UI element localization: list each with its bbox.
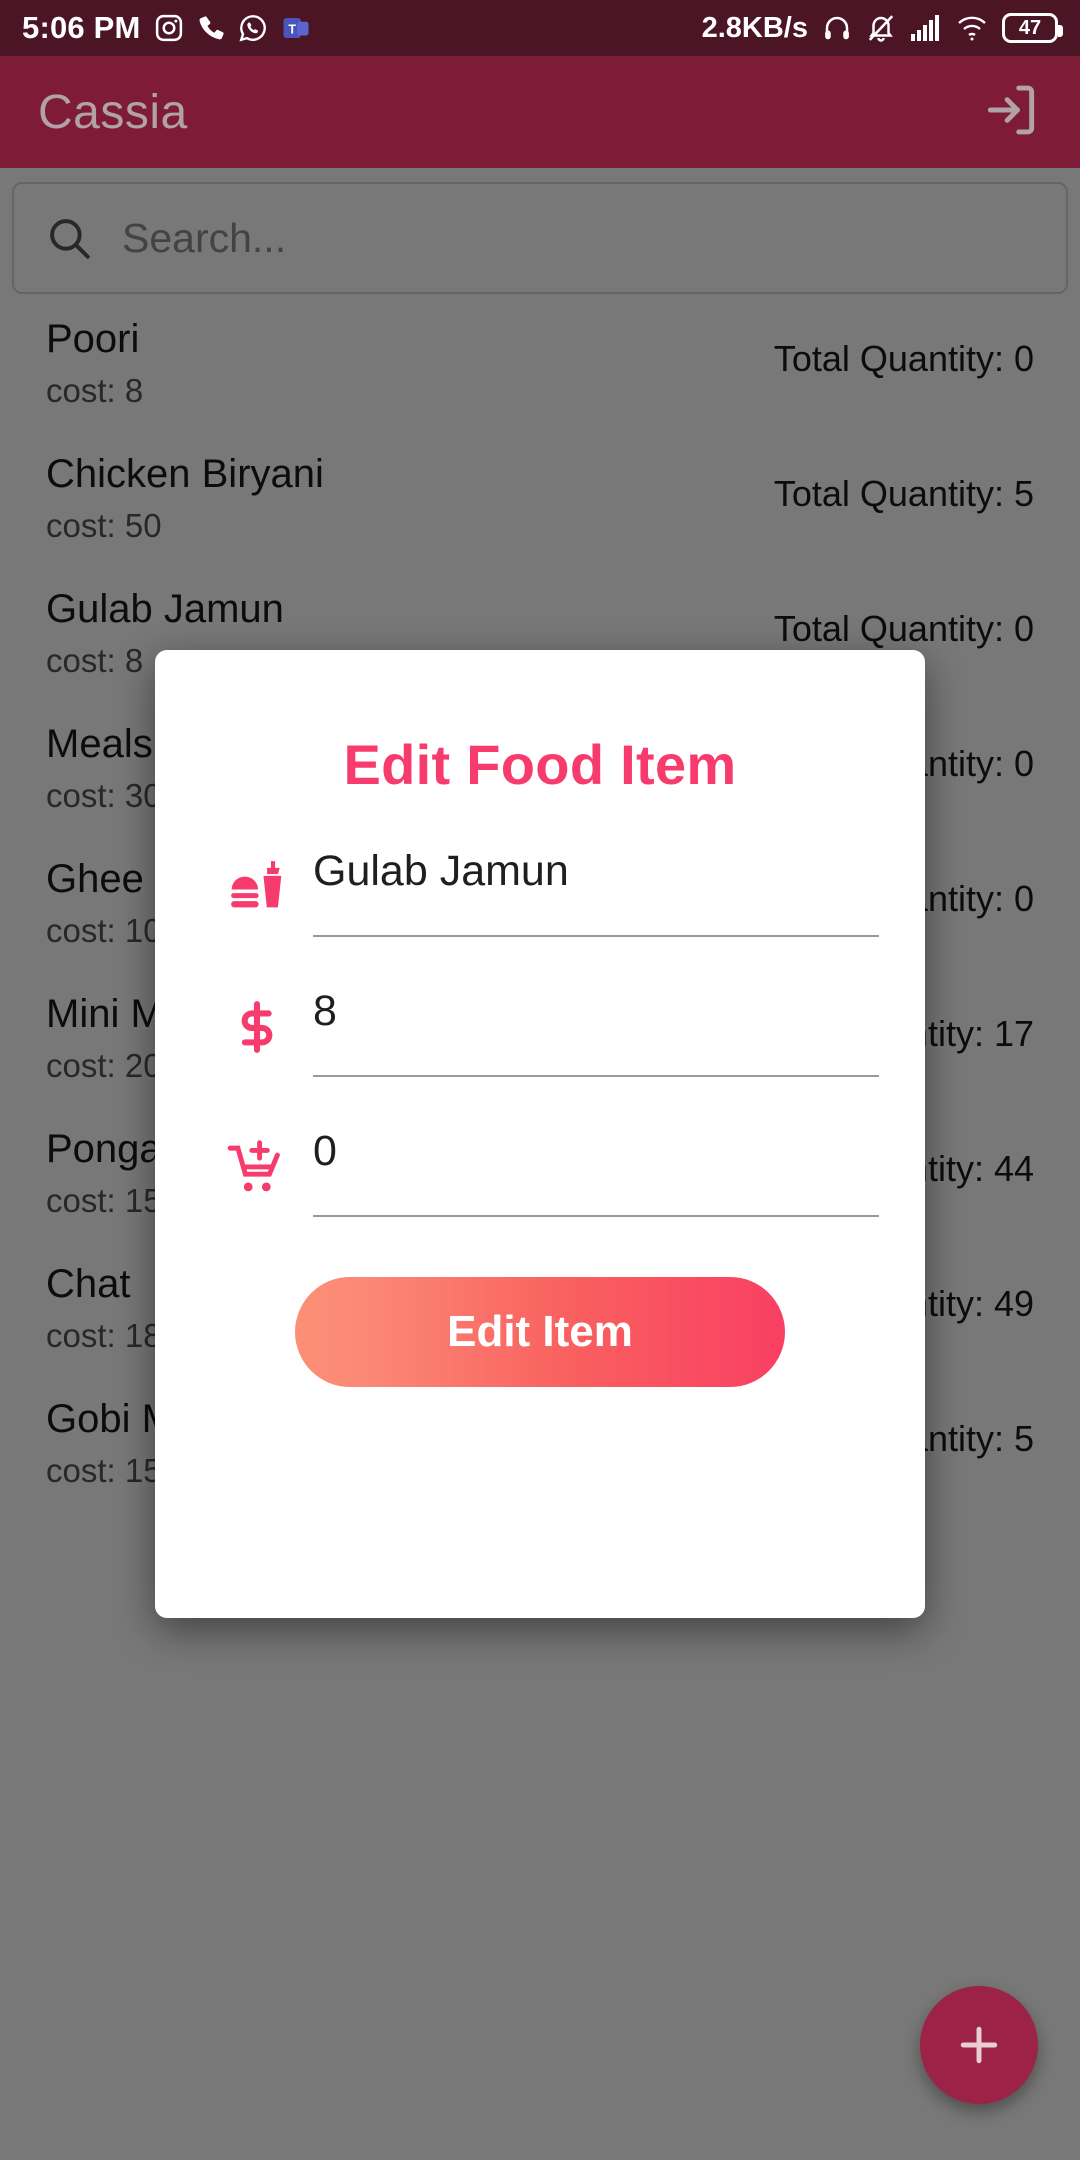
food-name-field-body: Gulab Jamun [313, 848, 879, 937]
dialog-title: Edit Food Item [343, 733, 737, 796]
food-item-cost: cost: 50 [46, 507, 162, 545]
microsoft-teams-icon: T [281, 13, 311, 43]
food-item-info: Meals cost: 30 [46, 699, 162, 815]
status-bar-right: 2.8KB/s 47 [701, 11, 1063, 45]
add-cart-icon [201, 1129, 313, 1199]
food-item-info: Pongal cost: 15 [46, 1104, 171, 1220]
dialog-actions: Edit Item [201, 1277, 879, 1387]
logout-icon[interactable] [980, 79, 1042, 146]
food-quantity-underline [313, 1215, 879, 1217]
food-cost-field-body: 8 [313, 988, 879, 1077]
food-cost-underline [313, 1075, 879, 1077]
field-food-cost: 8 [201, 988, 879, 1077]
food-list-item[interactable]: Poori cost: 8 Total Quantity: 0 [4, 294, 1076, 429]
food-quantity-input[interactable]: 0 [313, 1128, 879, 1181]
battery-level: 47 [1018, 16, 1042, 39]
whatsapp-icon [238, 13, 268, 43]
wifi-icon [956, 14, 988, 42]
food-item-name: Poori [46, 317, 140, 361]
food-item-quantity: Total Quantity: 0 [773, 338, 1034, 379]
food-item-cost: cost: 30 [46, 777, 162, 815]
battery-icon: 47 [1002, 13, 1063, 43]
status-bar-left: 5:06 PM T [22, 10, 311, 46]
food-name-input[interactable]: Gulab Jamun [313, 848, 879, 901]
bell-muted-icon [866, 13, 896, 43]
dollar-icon [201, 989, 313, 1057]
headphones-icon [822, 13, 852, 43]
field-food-quantity: 0 [201, 1128, 879, 1217]
food-item-cost: cost: 8 [46, 372, 144, 410]
svg-text:T: T [288, 23, 296, 37]
food-item-name: Chicken Biryani [46, 452, 324, 496]
edit-item-button[interactable]: Edit Item [295, 1277, 785, 1387]
add-food-item-fab[interactable] [920, 1986, 1038, 2104]
food-item-name: Chat [46, 1262, 131, 1306]
food-name-underline [313, 935, 879, 937]
food-item-cost: cost: 15 [46, 1182, 162, 1220]
app-bar: Cassia [0, 56, 1080, 168]
food-item-name: Pongal [46, 1127, 171, 1171]
search-icon [44, 213, 94, 263]
food-item-quantity: Total Quantity: 0 [773, 608, 1034, 649]
field-food-name: Gulab Jamun [201, 848, 879, 937]
food-list-item[interactable]: Chicken Biryani cost: 50 Total Quantity: 5 [4, 429, 1076, 564]
status-bar: 5:06 PM T 2.8KB/s 47 [0, 0, 1080, 56]
phone-call-icon [197, 14, 225, 42]
search-bar[interactable]: Search... [12, 182, 1068, 294]
food-item-cost: cost: 18 [46, 1317, 162, 1355]
fast-food-icon [201, 849, 313, 919]
phone-screen: 5:06 PM T 2.8KB/s 47 Cassia Search... Po… [0, 0, 1080, 2160]
food-item-info: Chicken Biryani cost: 50 [46, 429, 324, 545]
food-quantity-field-body: 0 [313, 1128, 879, 1217]
page-title: Cassia [38, 85, 188, 139]
food-item-info: Chat cost: 18 [46, 1239, 162, 1355]
network-speed: 2.8KB/s [701, 11, 808, 44]
search-input[interactable]: Search... [122, 215, 286, 262]
food-item-info: Poori cost: 8 [46, 294, 143, 410]
edit-food-item-dialog: Edit Food Item Gulab Jamun 8 0 Edit Item [155, 650, 925, 1618]
food-item-quantity: Total Quantity: 5 [773, 473, 1034, 514]
status-time: 5:06 PM [22, 10, 141, 45]
food-cost-input[interactable]: 8 [313, 988, 879, 1041]
instagram-icon [154, 13, 184, 43]
food-item-name: Gulab Jamun [46, 587, 284, 631]
food-item-name: Meals [46, 722, 153, 766]
cellular-signal-icon [910, 14, 942, 42]
